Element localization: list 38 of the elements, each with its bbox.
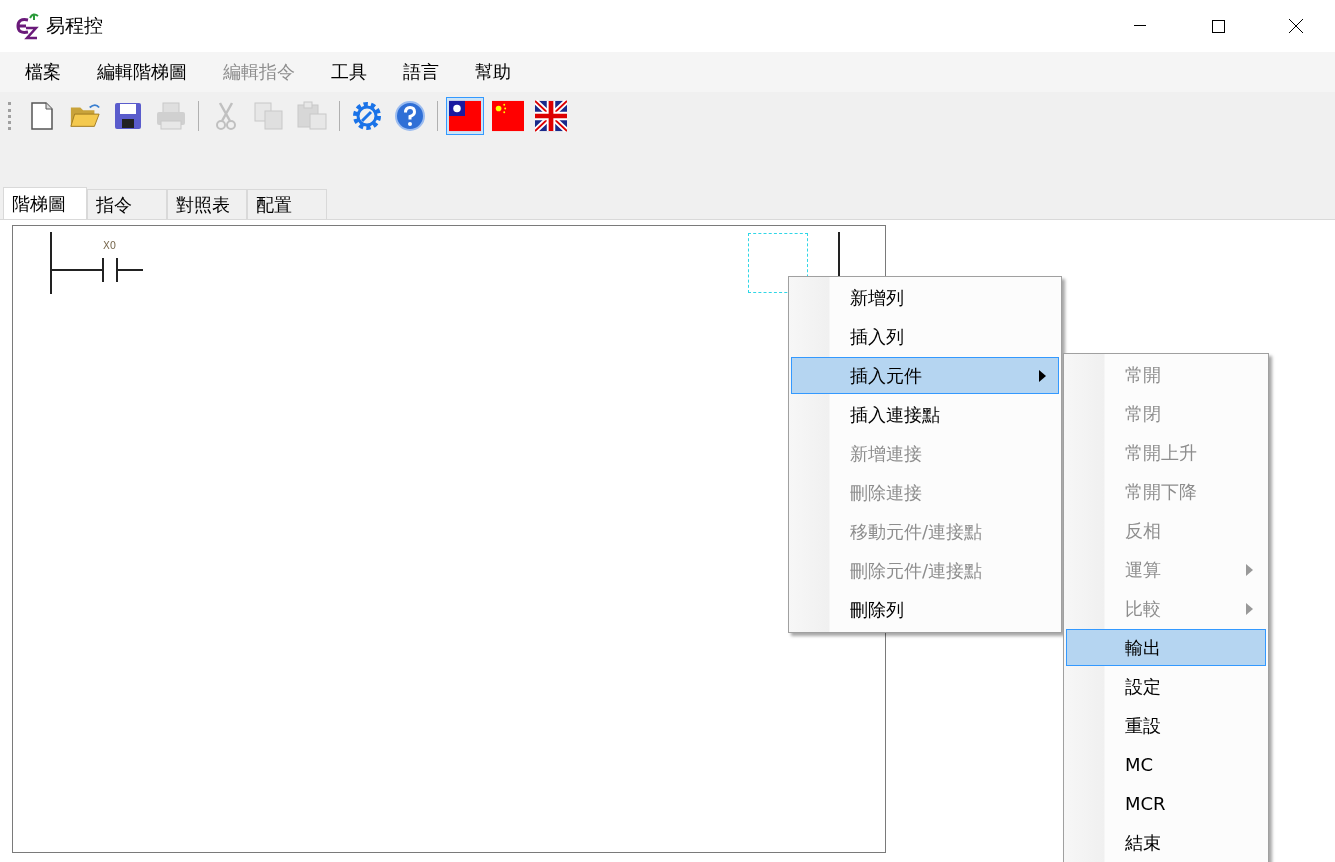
toolbar-button[interactable]	[446, 97, 484, 135]
close-icon	[1289, 19, 1303, 33]
window-title: 易程控	[46, 13, 103, 38]
copy-icon	[253, 101, 285, 131]
flag-icon	[449, 100, 481, 132]
help-icon	[394, 100, 426, 132]
menu-item[interactable]: 新增列	[791, 279, 1059, 316]
menu-item[interactable]: MC	[1066, 746, 1266, 783]
menu-bar-item[interactable]: 工具	[320, 60, 378, 84]
tab[interactable]: 配置	[247, 189, 327, 219]
menu-item[interactable]: 重設	[1066, 707, 1266, 744]
new-file-icon	[29, 101, 55, 131]
tab[interactable]: 指令	[87, 189, 167, 219]
menu-bar-item[interactable]: 幫助	[464, 60, 522, 84]
tab[interactable]: 對照表	[167, 189, 247, 219]
menu-bar-item[interactable]: 編輯階梯圖	[86, 60, 198, 84]
menu-item[interactable]: MCR	[1066, 785, 1266, 822]
app-logo-icon	[14, 12, 40, 40]
gear-icon	[351, 100, 383, 132]
menu-item[interactable]: 刪除列	[791, 591, 1059, 628]
menu-item[interactable]: 插入連接點	[791, 396, 1059, 433]
menu-item[interactable]: 輸出	[1066, 629, 1266, 666]
maximize-icon	[1211, 19, 1225, 33]
menu-item[interactable]: 結束	[1066, 824, 1266, 861]
tab[interactable]: 階梯圖	[3, 187, 87, 219]
menu-item[interactable]: 插入元件	[791, 357, 1059, 394]
flag-icon	[492, 100, 524, 132]
menu-item[interactable]: 插入列	[791, 318, 1059, 355]
printer-icon	[155, 101, 187, 131]
scissors-icon	[214, 101, 238, 131]
minimize-icon	[1134, 25, 1146, 27]
menu-item[interactable]: 設定	[1066, 668, 1266, 705]
menu-bar-item[interactable]: 語言	[392, 60, 450, 84]
flag-icon	[535, 100, 567, 132]
contact-label: X0	[103, 240, 117, 251]
clipboard-icon	[296, 101, 328, 131]
toolbar-button[interactable]	[532, 97, 570, 135]
menu-bar-item[interactable]: 檔案	[14, 60, 72, 84]
